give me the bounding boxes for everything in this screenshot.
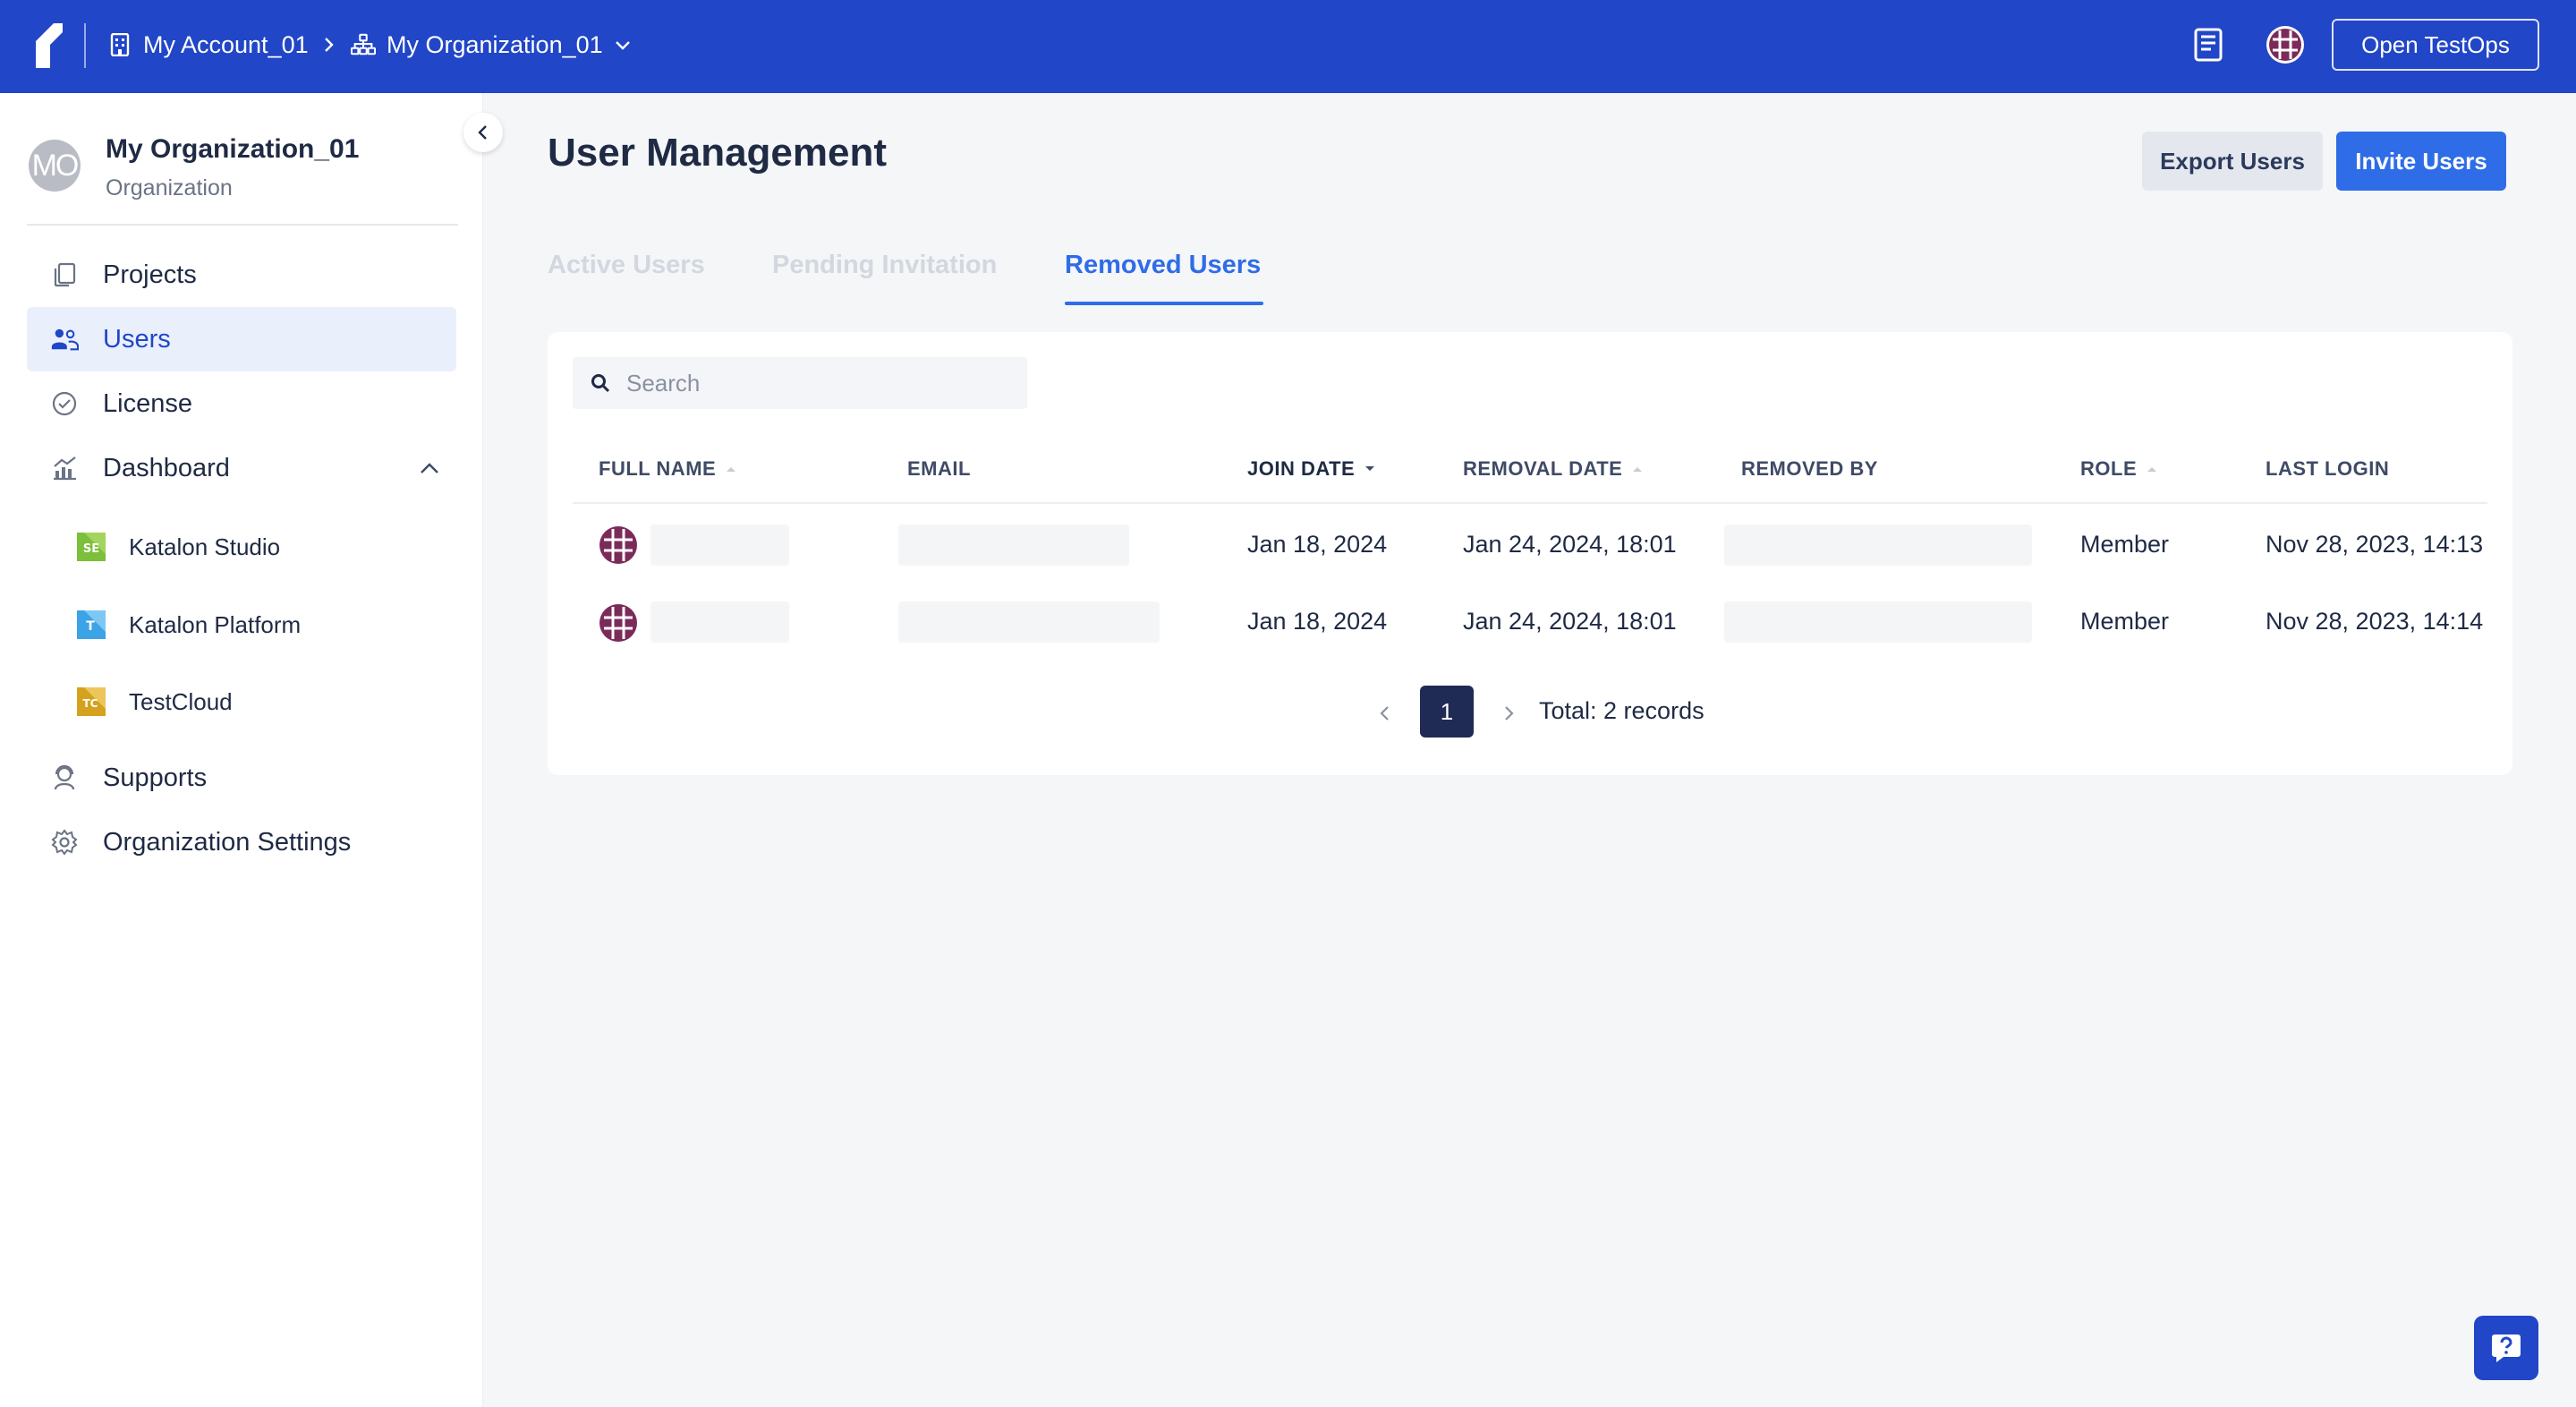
sidebar-subitem-label: Katalon Studio xyxy=(129,533,281,560)
page-title: User Management xyxy=(548,131,888,175)
last-login-cell: Nov 28, 2023, 14:14 xyxy=(2266,608,2484,635)
pagination-page-1[interactable]: 1 xyxy=(1420,686,1474,738)
chevron-left-icon xyxy=(1380,706,1389,721)
search-icon xyxy=(591,374,610,393)
chevron-right-icon xyxy=(1505,706,1514,721)
sidebar-subitem-label: Katalon Platform xyxy=(129,610,302,638)
sidebar-item-license[interactable]: License xyxy=(27,371,456,436)
sidebar-subitem-katalon-studio[interactable]: SE Katalon Studio xyxy=(75,524,280,569)
sidebar-subitem-label: TestCloud xyxy=(129,687,233,715)
column-header-last-login: LAST LOGIN xyxy=(2266,457,2390,480)
tab-pending-invitation[interactable]: Pending Invitation xyxy=(772,251,997,280)
chevron-left-icon xyxy=(478,125,487,140)
pagination-prev-button[interactable] xyxy=(1373,701,1398,726)
account-name: My Account_01 xyxy=(143,30,309,58)
license-icon xyxy=(50,389,79,418)
chat-support-icon xyxy=(2492,1335,2521,1362)
column-header-email: EMAIL xyxy=(907,457,971,480)
testcloud-icon: TC xyxy=(77,687,106,716)
search-input[interactable] xyxy=(626,364,1011,402)
redacted-full-name xyxy=(650,601,789,643)
sidebar-item-label: Organization Settings xyxy=(103,827,352,857)
user-avatar-icon[interactable] xyxy=(2266,25,2305,64)
org-tree-icon xyxy=(351,32,376,57)
organization-name: My Organization_01 xyxy=(387,30,603,58)
removal-date-cell: Jan 24, 2024, 18:01 xyxy=(1463,608,1677,635)
open-testops-button[interactable]: Open TestOps xyxy=(2332,19,2539,71)
settings-icon xyxy=(50,828,79,857)
role-cell: Member xyxy=(2080,608,2170,635)
redacted-email xyxy=(898,601,1160,643)
table-header-divider xyxy=(573,502,2487,504)
sidebar-subitem-katalon-platform[interactable]: T Katalon Platform xyxy=(75,602,301,647)
org-avatar: MO xyxy=(29,140,81,192)
active-tab-indicator xyxy=(1065,302,1263,305)
invite-users-button[interactable]: Invite Users xyxy=(2336,132,2506,191)
org-name: My Organization_01 xyxy=(106,134,360,164)
topbar-divider xyxy=(84,23,86,68)
supports-icon xyxy=(50,763,79,792)
sidebar-item-dashboard[interactable]: Dashboard xyxy=(27,436,456,500)
sidebar-item-users[interactable]: Users xyxy=(27,307,456,371)
last-login-cell: Nov 28, 2023, 14:13 xyxy=(2266,531,2484,558)
help-chat-button[interactable] xyxy=(2474,1316,2538,1380)
katalon-studio-icon: SE xyxy=(77,533,106,561)
chevron-right-icon xyxy=(324,38,334,52)
katalon-logo-icon[interactable] xyxy=(30,21,66,70)
sidebar-item-label: Dashboard xyxy=(103,453,230,482)
sort-asc-icon xyxy=(727,467,736,472)
sidebar-item-organization-settings[interactable]: Organization Settings xyxy=(27,810,456,874)
chevron-down-icon xyxy=(615,41,630,50)
svg-text:SE: SE xyxy=(83,542,99,556)
account-breadcrumb[interactable]: My Account_01 xyxy=(107,27,337,63)
user-avatar-icon xyxy=(599,604,637,642)
tab-active-users[interactable]: Active Users xyxy=(548,251,705,280)
column-header-removed-by: REMOVED BY xyxy=(1741,457,1878,480)
organization-breadcrumb[interactable]: My Organization_01 xyxy=(351,27,632,63)
column-header-join-date[interactable]: JOIN DATE xyxy=(1247,457,1376,481)
users-icon xyxy=(50,325,79,354)
role-cell: Member xyxy=(2080,531,2170,558)
column-header-role[interactable]: ROLE xyxy=(2080,457,2158,481)
collapse-sidebar-button[interactable] xyxy=(463,113,503,152)
book-icon[interactable] xyxy=(2189,25,2228,64)
redacted-removed-by xyxy=(1724,524,2032,566)
redacted-email xyxy=(898,524,1129,566)
sidebar-item-label: Users xyxy=(103,324,171,354)
sort-desc-icon xyxy=(1365,466,1375,471)
sidebar-item-label: License xyxy=(103,388,192,418)
svg-text:TC: TC xyxy=(83,697,98,710)
export-users-button[interactable]: Export Users xyxy=(2142,132,2323,191)
dashboard-icon xyxy=(50,454,79,482)
sidebar-item-label: Supports xyxy=(103,763,208,792)
redacted-removed-by xyxy=(1724,601,2032,643)
user-avatar-icon xyxy=(599,526,637,564)
join-date-cell: Jan 18, 2024 xyxy=(1247,608,1388,635)
svg-text:T: T xyxy=(86,619,95,634)
column-header-removal-date[interactable]: REMOVAL DATE xyxy=(1463,457,1644,481)
building-icon xyxy=(107,32,132,57)
top-bar: My Account_01 My Organization_01 Open Te… xyxy=(0,0,2576,93)
join-date-cell: Jan 18, 2024 xyxy=(1247,531,1388,558)
search-box xyxy=(573,357,1027,409)
sort-asc-icon xyxy=(2147,467,2157,472)
sidebar-subitem-testcloud[interactable]: TC TestCloud xyxy=(75,679,233,724)
sidebar-divider xyxy=(27,224,458,226)
org-type: Organization xyxy=(106,175,233,200)
chevron-up-icon[interactable] xyxy=(417,456,442,481)
users-table-card: FULL NAME EMAIL JOIN DATE REMOVAL DATE R… xyxy=(548,332,2512,775)
katalon-platform-icon: T xyxy=(77,610,106,639)
sidebar-item-projects[interactable]: Projects xyxy=(27,243,456,307)
pagination-next-button[interactable] xyxy=(1496,701,1521,726)
sort-asc-icon xyxy=(1633,467,1643,472)
sidebar-item-label: Projects xyxy=(103,260,197,289)
sidebar-item-supports[interactable]: Supports xyxy=(27,746,456,810)
removal-date-cell: Jan 24, 2024, 18:01 xyxy=(1463,531,1677,558)
tab-removed-users[interactable]: Removed Users xyxy=(1065,251,1261,280)
projects-icon xyxy=(50,260,79,289)
redacted-full-name xyxy=(650,524,789,566)
pagination-total: Total: 2 records xyxy=(1539,697,1705,724)
column-header-full-name[interactable]: FULL NAME xyxy=(599,457,737,481)
